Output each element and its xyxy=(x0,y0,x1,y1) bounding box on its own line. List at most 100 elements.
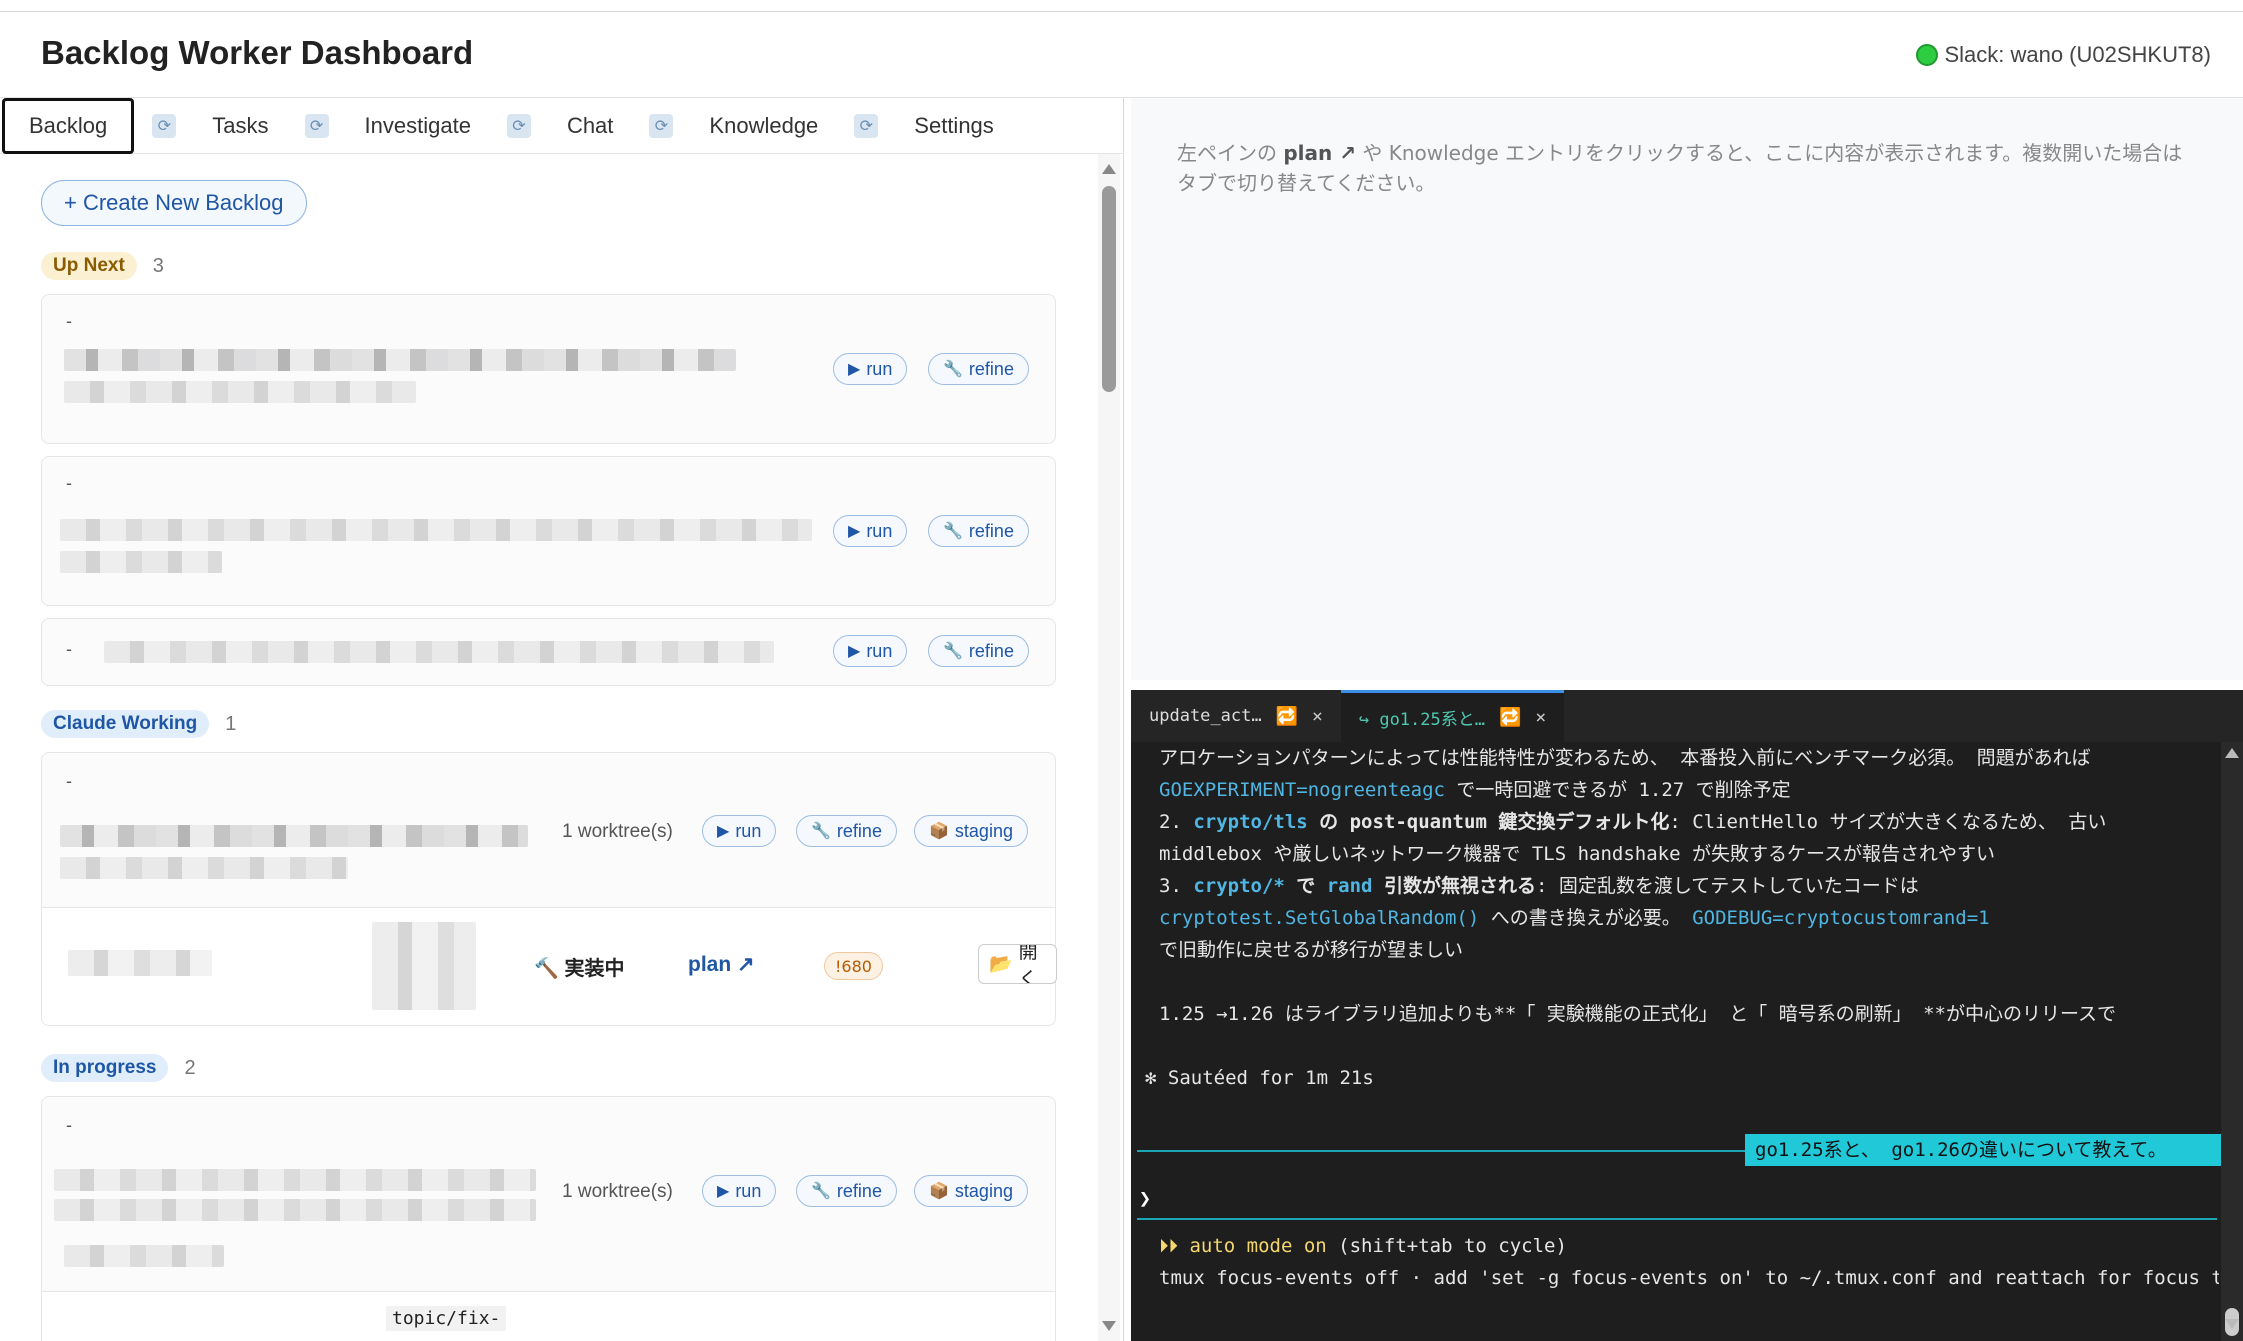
scroll-down-icon[interactable] xyxy=(1102,1321,1116,1331)
terminal-line: 3. crypto/* で rand 引数が無視される: 固定乱数を渡してテスト… xyxy=(1159,870,2219,902)
card-dash: - xyxy=(66,311,72,331)
run-button[interactable]: ▶ run xyxy=(833,515,908,547)
open-button[interactable]: 📂 開く xyxy=(978,944,1057,984)
prompt-caret[interactable]: ❯ xyxy=(1139,1182,1151,1214)
refresh-icon[interactable]: ⟳ xyxy=(304,113,329,138)
scroll-thumb[interactable] xyxy=(1102,186,1116,392)
tab-settings[interactable]: Settings xyxy=(896,98,1012,154)
tab-tasks[interactable]: Tasks xyxy=(194,98,286,154)
backlog-card[interactable]: - ▶ run 🔧 refine xyxy=(41,618,1056,686)
app-header: Backlog Worker Dashboard Slack: wano (U0… xyxy=(0,12,2243,98)
redacted-text xyxy=(68,950,212,976)
card-dash: - xyxy=(66,1115,72,1135)
run-button[interactable]: ▶ run xyxy=(702,1175,777,1207)
run-button[interactable]: ▶ run xyxy=(833,635,908,667)
code-span: GODEBUG=cryptocustomrand=1 xyxy=(1692,907,1990,929)
text-span: への書き換えが必要。 xyxy=(1479,907,1693,929)
section-in-progress: In progress 2 xyxy=(41,1052,196,1084)
staging-button[interactable]: 📦 staging xyxy=(914,1175,1028,1207)
refine-button[interactable]: 🔧 refine xyxy=(928,635,1029,667)
play-icon: ▶ xyxy=(848,643,861,660)
branch-name: topic/fix- xyxy=(386,1306,507,1331)
terminal-line: 1.25 →1.26 はライブラリ追加よりも**「 実験機能の正式化」 と「 暗… xyxy=(1159,1003,2117,1025)
terminal-scrollbar[interactable] xyxy=(2221,742,2243,1341)
terminal-tab[interactable]: update_act… 🔁 × xyxy=(1131,690,1341,742)
refine-button[interactable]: 🔧 refine xyxy=(928,515,1029,547)
left-scrollbar[interactable] xyxy=(1098,154,1120,1341)
wrench-icon: 🔧 xyxy=(943,643,963,660)
terminal-tab-active[interactable]: ↪ go1.25系と… 🔁 × xyxy=(1340,690,1565,742)
code-span: rand xyxy=(1326,875,1373,897)
merge-request-badge[interactable]: !680 xyxy=(824,952,883,980)
backlog-card[interactable]: - ▶ run 🔧 refine xyxy=(41,456,1056,606)
backlog-card[interactable]: - ▶ run 🔧 refine xyxy=(41,294,1056,444)
main-tabs: Backlog ⟳ Tasks ⟳ Investigate ⟳ Chat ⟳ K… xyxy=(0,97,1124,154)
refresh-icon[interactable]: ⟳ xyxy=(854,113,879,138)
run-button[interactable]: ▶ run xyxy=(702,815,777,847)
tab-backlog[interactable]: Backlog xyxy=(2,97,135,154)
staging-label: staging xyxy=(954,1180,1013,1201)
close-icon[interactable]: × xyxy=(1535,707,1546,728)
page-title: Backlog Worker Dashboard xyxy=(41,34,474,71)
refine-label: refine xyxy=(968,520,1014,541)
terminal-line: 2. crypto/tls の post-quantum 鍵交換デフォルト化: … xyxy=(1159,806,2219,838)
section-claude-working: Claude Working 1 xyxy=(41,708,236,740)
terminal-output: アロケーションパターンによっては性能特性が変わるため、 本番投入前にベンチマーク… xyxy=(1145,742,2219,1094)
terminal-pane[interactable]: update_act… 🔁 × ↪ go1.25系と… 🔁 × アロケーションパ… xyxy=(1131,690,2243,1341)
plan-link[interactable]: plan ↗ xyxy=(688,952,755,977)
redacted-text xyxy=(60,519,812,541)
text-span: で一時回避できるが 1.27 で削除予定 xyxy=(1444,779,1791,801)
text-span: : ClientHello サイズが大きくなるため、 古い xyxy=(1669,811,2107,833)
hint-plan: plan ↗ xyxy=(1283,141,1356,165)
scroll-up-icon[interactable] xyxy=(2225,748,2239,758)
refine-button[interactable]: 🔧 refine xyxy=(796,815,897,847)
terminal-status-line: ✻ Sautéed for 1m 21s xyxy=(1145,1067,1374,1089)
backlog-card[interactable]: - 1 worktree(s) ▶ run 🔧 refine 📦 staging xyxy=(41,1096,1056,1292)
tab-investigate[interactable]: Investigate xyxy=(347,98,489,154)
code-span: cryptotest.SetGlobalRandom() xyxy=(1159,907,1480,929)
tab-knowledge[interactable]: Knowledge xyxy=(691,98,836,154)
worktree-row: topic/fix- xyxy=(41,1292,1056,1341)
text-span: の xyxy=(1307,811,1350,833)
refresh-icon[interactable]: ⟳ xyxy=(506,113,531,138)
text-span: : 固定乱数を渡してテストしていたコードは xyxy=(1535,875,1919,897)
worktree-row: 🔨 実装中 plan ↗ !680 📂 開く xyxy=(41,908,1057,1026)
scroll-down-icon[interactable] xyxy=(2225,1319,2239,1329)
redacted-text xyxy=(54,1199,536,1221)
redacted-text xyxy=(104,641,774,663)
run-button[interactable]: ▶ run xyxy=(833,353,908,385)
terminal-line: GOEXPERIMENT=nogreenteagc で一時回避できるが 1.27… xyxy=(1159,774,2219,806)
sync-icon[interactable]: 🔁 xyxy=(1276,706,1298,727)
slack-status-label: Slack: wano (U02SHKUT8) xyxy=(1944,42,2211,67)
play-icon: ▶ xyxy=(848,523,861,540)
create-backlog-button[interactable]: + Create New Backlog xyxy=(41,180,307,226)
staging-button[interactable]: 📦 staging xyxy=(914,815,1028,847)
redacted-text xyxy=(64,381,416,403)
run-label: run xyxy=(735,1180,762,1201)
redacted-text xyxy=(64,349,736,371)
refresh-icon[interactable]: ⟳ xyxy=(152,113,177,138)
wrench-icon: 🔧 xyxy=(943,523,963,540)
slack-status: Slack: wano (U02SHKUT8) xyxy=(1916,42,2211,68)
status-dot-icon xyxy=(1916,44,1939,66)
refresh-icon[interactable]: ⟳ xyxy=(649,113,674,138)
terminal-separator xyxy=(1137,1218,2217,1220)
scroll-up-icon[interactable] xyxy=(1102,164,1116,174)
refine-button[interactable]: 🔧 refine xyxy=(796,1175,897,1207)
backlog-card[interactable]: - 1 worktree(s) ▶ run 🔧 refine 📦 staging xyxy=(41,752,1056,908)
wrench-icon: 🔧 xyxy=(811,823,831,840)
section-badge: In progress xyxy=(41,1054,169,1082)
play-icon: ▶ xyxy=(848,361,861,378)
staging-label: staging xyxy=(954,820,1013,841)
close-icon[interactable]: × xyxy=(1312,706,1323,727)
redacted-text xyxy=(64,1245,224,1267)
run-label: run xyxy=(866,640,893,661)
sync-icon[interactable]: 🔁 xyxy=(1499,707,1521,728)
bold-span: post-quantum 鍵交換デフォルト化 xyxy=(1349,811,1670,833)
terminal-line: アロケーションパターンによっては性能特性が変わるため、 本番投入前にベンチマーク… xyxy=(1159,747,2091,769)
tab-chat[interactable]: Chat xyxy=(549,98,631,154)
hint-text: 左ペインの xyxy=(1177,141,1284,165)
backlog-list[interactable]: + Create New Backlog Up Next 3 - ▶ run 🔧 r… xyxy=(0,154,1100,1341)
refine-button[interactable]: 🔧 refine xyxy=(928,353,1029,385)
redacted-text xyxy=(372,922,476,1010)
